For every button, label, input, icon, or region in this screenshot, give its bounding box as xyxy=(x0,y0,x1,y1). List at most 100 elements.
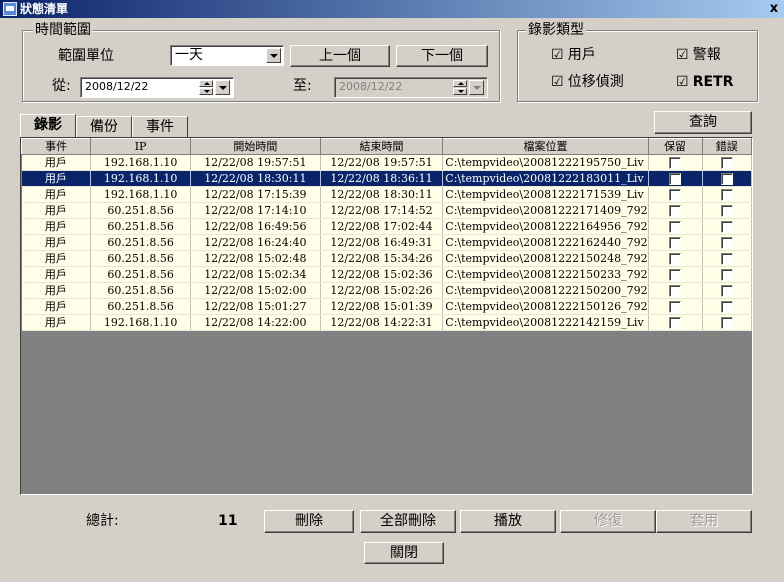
recording-table: 事件 IP 開始時間 結束時間 檔案位置 保留 錯誤 用戶 192.168.1.1… xyxy=(21,138,752,331)
chevron-down-icon[interactable] xyxy=(215,80,230,95)
title-bar xyxy=(0,0,784,18)
error-checkbox[interactable] xyxy=(720,300,733,313)
spin-up-icon[interactable] xyxy=(199,80,213,87)
end-time-cell: 12/22/08 14:22:31 xyxy=(320,314,444,331)
delete-button[interactable]: 刪除 xyxy=(264,510,354,533)
motion-detect-checkbox[interactable]: ☑ 位移偵測 xyxy=(551,73,624,91)
to-date-field[interactable]: 2008/12/22 xyxy=(334,77,488,98)
start-time-cell: 12/22/08 15:02:48 xyxy=(190,250,321,267)
keep-checkbox[interactable] xyxy=(669,220,682,233)
error-checkbox[interactable] xyxy=(720,188,733,201)
error-checkbox[interactable] xyxy=(720,236,733,249)
record-type-group xyxy=(517,30,758,102)
tab-event[interactable]: 事件 xyxy=(132,116,188,138)
recording-list[interactable]: 事件 IP 開始時間 結束時間 檔案位置 保留 錯誤 用戶 192.168.1.1… xyxy=(20,137,753,495)
next-button[interactable]: 下一個 xyxy=(396,45,488,67)
from-date-value: 2008/12/22 xyxy=(85,80,149,93)
keep-checkbox[interactable] xyxy=(669,252,682,265)
chevron-down-icon[interactable] xyxy=(266,48,281,63)
error-checkbox[interactable] xyxy=(720,284,733,297)
checkbox-checked-icon[interactable]: ☑ xyxy=(551,47,564,63)
close-button[interactable]: 關閉 xyxy=(364,542,444,564)
table-row[interactable]: 用戶 60.251.8.56 12/22/08 15:01:27 12/22/08 1… xyxy=(21,298,752,315)
app-icon xyxy=(3,2,17,16)
error-checkbox[interactable] xyxy=(720,220,733,233)
spin-up-icon[interactable] xyxy=(453,80,467,87)
col-error-header[interactable]: 錯誤 xyxy=(701,138,752,155)
col-start-header[interactable]: 開始時間 xyxy=(190,138,321,155)
user-checkbox[interactable]: ☑ 用戶 xyxy=(551,46,596,64)
error-checkbox[interactable] xyxy=(720,316,733,329)
ip-cell: 60.251.8.56 xyxy=(90,250,191,267)
table-row[interactable]: 用戶 60.251.8.56 12/22/08 15:02:00 12/22/08 1… xyxy=(21,282,752,299)
prev-button[interactable]: 上一個 xyxy=(290,45,390,67)
delete-all-button[interactable]: 全部刪除 xyxy=(360,510,456,533)
error-checkbox-cell xyxy=(702,154,752,171)
alarm-checkbox[interactable]: ☑ 警報 xyxy=(676,46,721,64)
error-checkbox[interactable] xyxy=(720,252,733,265)
table-row[interactable]: 用戶 192.168.1.10 12/22/08 14:22:00 12/22/08 … xyxy=(21,314,752,331)
keep-checkbox[interactable] xyxy=(669,284,682,297)
query-button[interactable]: 查詢 xyxy=(654,111,752,134)
event-cell: 用戶 xyxy=(21,186,92,203)
checkbox-checked-icon[interactable]: ☑ xyxy=(551,74,564,90)
tab-recording[interactable]: 錄影 xyxy=(20,114,76,138)
keep-checkbox[interactable] xyxy=(669,188,682,201)
col-end-header[interactable]: 結束時間 xyxy=(319,138,444,155)
file-path-cell: C:\tempvideo\20081222150200_792 xyxy=(442,282,649,299)
checkbox-checked-icon[interactable]: ☑ xyxy=(676,47,689,63)
keep-checkbox[interactable] xyxy=(669,268,682,281)
col-file-header[interactable]: 檔案位置 xyxy=(442,138,649,155)
keep-checkbox-cell xyxy=(648,186,703,203)
col-ip-header[interactable]: IP xyxy=(90,138,191,155)
keep-checkbox[interactable] xyxy=(669,204,682,217)
col-keep-header[interactable]: 保留 xyxy=(647,138,703,155)
play-button[interactable]: 播放 xyxy=(460,510,556,533)
table-row[interactable]: 用戶 192.168.1.10 12/22/08 18:30:11 12/22/08 … xyxy=(21,170,752,187)
start-time-cell: 12/22/08 15:02:34 xyxy=(190,266,321,283)
from-label: 從: xyxy=(52,78,71,94)
error-checkbox[interactable] xyxy=(720,172,733,185)
ip-cell: 192.168.1.10 xyxy=(90,154,191,171)
to-date-value: 2008/12/22 xyxy=(339,80,403,93)
chevron-down-icon[interactable] xyxy=(469,80,484,95)
start-time-cell: 12/22/08 17:14:10 xyxy=(190,202,321,219)
keep-checkbox[interactable] xyxy=(669,300,682,313)
keep-checkbox[interactable] xyxy=(669,316,682,329)
table-row[interactable]: 用戶 192.168.1.10 12/22/08 19:57:51 12/22/08 … xyxy=(21,154,752,171)
spin-down-icon[interactable] xyxy=(199,88,213,95)
file-path-cell: C:\tempvideo\20081222183011_Liv xyxy=(442,170,649,187)
from-date-spinner[interactable] xyxy=(199,80,213,95)
keep-checkbox-cell xyxy=(648,298,703,315)
keep-checkbox-cell xyxy=(648,154,703,171)
checkbox-checked-icon[interactable]: ☑ xyxy=(676,74,689,90)
table-row[interactable]: 用戶 60.251.8.56 12/22/08 16:49:56 12/22/08 1… xyxy=(21,218,752,235)
event-cell: 用戶 xyxy=(21,282,92,299)
table-row[interactable]: 用戶 60.251.8.56 12/22/08 17:14:10 12/22/08 1… xyxy=(21,202,752,219)
repair-button[interactable]: 修復 xyxy=(560,510,656,533)
col-event-header[interactable]: 事件 xyxy=(21,138,92,155)
retr-checkbox[interactable]: ☑ RETR xyxy=(676,73,733,91)
keep-checkbox[interactable] xyxy=(669,236,682,249)
keep-checkbox[interactable] xyxy=(669,156,682,169)
close-window-button[interactable]: x xyxy=(766,1,782,16)
table-row[interactable]: 用戶 60.251.8.56 12/22/08 15:02:34 12/22/08 1… xyxy=(21,266,752,283)
error-checkbox[interactable] xyxy=(720,204,733,217)
table-row[interactable]: 用戶 60.251.8.56 12/22/08 16:24:40 12/22/08 1… xyxy=(21,234,752,251)
range-unit-dropdown[interactable]: 一天 xyxy=(170,45,284,66)
tab-backup[interactable]: 備份 xyxy=(76,116,132,138)
table-row[interactable]: 用戶 60.251.8.56 12/22/08 15:02:48 12/22/08 1… xyxy=(21,250,752,267)
ip-cell: 60.251.8.56 xyxy=(90,202,191,219)
to-date-spinner[interactable] xyxy=(453,80,467,95)
spin-down-icon[interactable] xyxy=(453,88,467,95)
keep-checkbox[interactable] xyxy=(669,172,682,185)
apply-button[interactable]: 套用 xyxy=(656,510,752,533)
start-time-cell: 12/22/08 16:24:40 xyxy=(190,234,321,251)
table-row[interactable]: 用戶 192.168.1.10 12/22/08 17:15:39 12/22/08 … xyxy=(21,186,752,203)
from-date-field[interactable]: 2008/12/22 xyxy=(80,77,234,98)
start-time-cell: 12/22/08 15:02:00 xyxy=(190,282,321,299)
error-checkbox[interactable] xyxy=(720,268,733,281)
error-checkbox[interactable] xyxy=(720,156,733,169)
ip-cell: 60.251.8.56 xyxy=(90,298,191,315)
event-cell: 用戶 xyxy=(21,298,92,315)
